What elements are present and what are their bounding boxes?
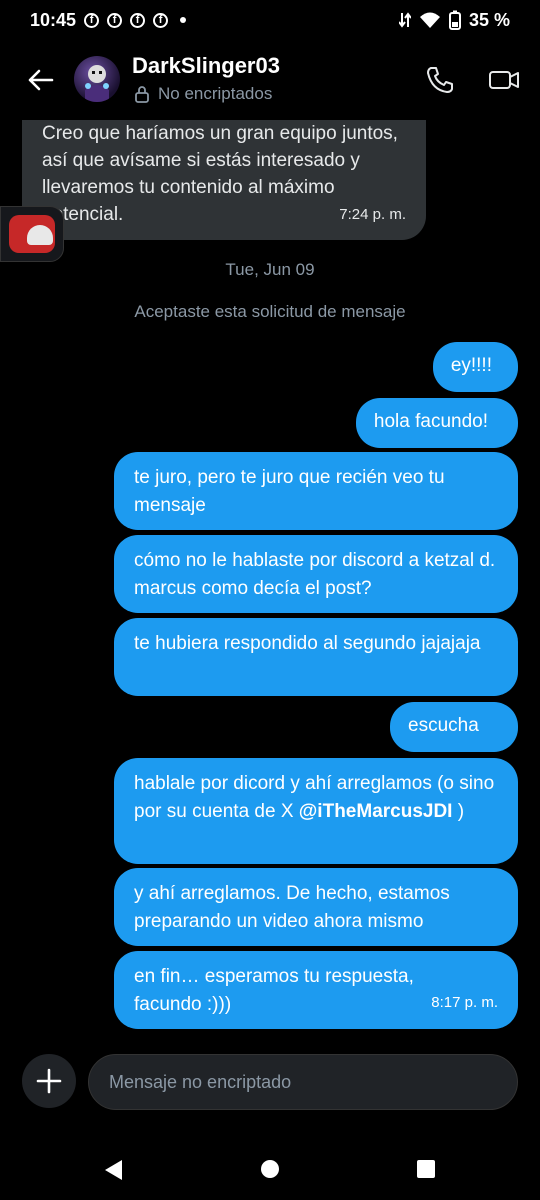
avatar[interactable]	[74, 56, 120, 102]
avatar-image	[85, 65, 109, 102]
data-arrows-icon	[398, 12, 411, 28]
outgoing-message-text: te juro, pero te juro que recién veo tu …	[134, 467, 445, 516]
incoming-message[interactable]: Creo que haríamos un gran equipo juntos,…	[22, 120, 426, 240]
message-list[interactable]: Creo que haríamos un gran equipo juntos,…	[0, 120, 540, 1040]
nav-home-icon[interactable]	[260, 1159, 280, 1179]
message-input[interactable]: Mensaje no encriptado	[88, 1054, 518, 1110]
user-mention-link[interactable]: @iTheMarcusJDI	[299, 801, 453, 822]
outgoing-message-text: cómo no le hablaste por discord a ketzal…	[134, 550, 496, 599]
floating-widget-button[interactable]	[0, 206, 64, 262]
outgoing-message-text: hola facundo!	[373, 411, 488, 432]
nav-recents-icon[interactable]	[416, 1159, 436, 1179]
battery-icon	[448, 10, 461, 30]
floating-widget-icon	[9, 215, 55, 253]
more-notifications-dot-icon	[180, 17, 187, 23]
date-separator: Tue, Jun 09	[225, 260, 315, 279]
contact-name[interactable]: DarkSlinger03	[132, 53, 280, 79]
outgoing-message[interactable]: en fin… esperamos tu respuesta, facundo …	[114, 951, 518, 1029]
outgoing-message[interactable]: hola facundo!	[355, 398, 518, 448]
outgoing-message-text: y ahí arreglamos. De hecho, estamos prep…	[134, 883, 450, 932]
outgoing-message[interactable]: y ahí arreglamos. De hecho, estamos prep…	[114, 868, 518, 946]
plus-icon	[36, 1068, 62, 1094]
outgoing-message[interactable]: cómo no le hablaste por discord a ketzal…	[114, 535, 518, 613]
composer-bar: Mensaje no encriptado	[0, 1050, 540, 1114]
outgoing-message-text: )	[452, 801, 465, 822]
clock: 10:45	[30, 9, 77, 30]
lock-icon	[135, 86, 149, 103]
message-timestamp: 7:24 p. m.	[339, 206, 406, 223]
phone-call-icon[interactable]	[424, 64, 456, 96]
outgoing-message-text: en fin… esperamos tu respuesta, facundo …	[134, 966, 414, 1015]
conversation-header: DarkSlinger03 No encriptados	[0, 40, 540, 120]
outgoing-message[interactable]: ey!!!!	[432, 342, 518, 392]
facebook-notification-icon: f	[153, 12, 169, 28]
facebook-notification-icon: f	[107, 12, 123, 28]
encryption-label: No encriptados	[158, 84, 273, 103]
video-call-icon[interactable]	[488, 64, 520, 96]
system-navigation-bar	[0, 1140, 540, 1200]
wifi-icon	[419, 12, 440, 28]
outgoing-message[interactable]: te juro, pero te juro que recién veo tu …	[114, 452, 518, 530]
back-arrow-icon[interactable]	[22, 62, 58, 98]
outgoing-message-text: te hubiera respondido al segundo jajajaj…	[134, 633, 481, 654]
add-attachment-button[interactable]	[22, 1054, 76, 1108]
outgoing-message[interactable]: hablale por dicord y ahí arreglamos (o s…	[114, 758, 518, 864]
outgoing-message-text: ey!!!!	[450, 355, 492, 376]
outgoing-message[interactable]: te hubiera respondido al segundo jajajaj…	[114, 618, 518, 696]
message-timestamp: 8:17 p. m.	[431, 994, 498, 1011]
facebook-notification-icon: f	[84, 12, 100, 28]
facebook-notification-icon: f	[130, 12, 146, 28]
message-input-placeholder: Mensaje no encriptado	[109, 1071, 292, 1092]
encryption-status: No encriptados	[134, 84, 272, 104]
request-accepted-note: Aceptaste esta solicitud de mensaje	[134, 302, 406, 321]
nav-back-icon[interactable]	[102, 1158, 124, 1182]
outgoing-message[interactable]: escucha	[390, 702, 518, 752]
status-bar: 10:45 f f f f 35 %	[0, 0, 540, 40]
battery-percentage: 35 %	[468, 9, 510, 30]
outgoing-message-text: escucha	[408, 715, 479, 736]
